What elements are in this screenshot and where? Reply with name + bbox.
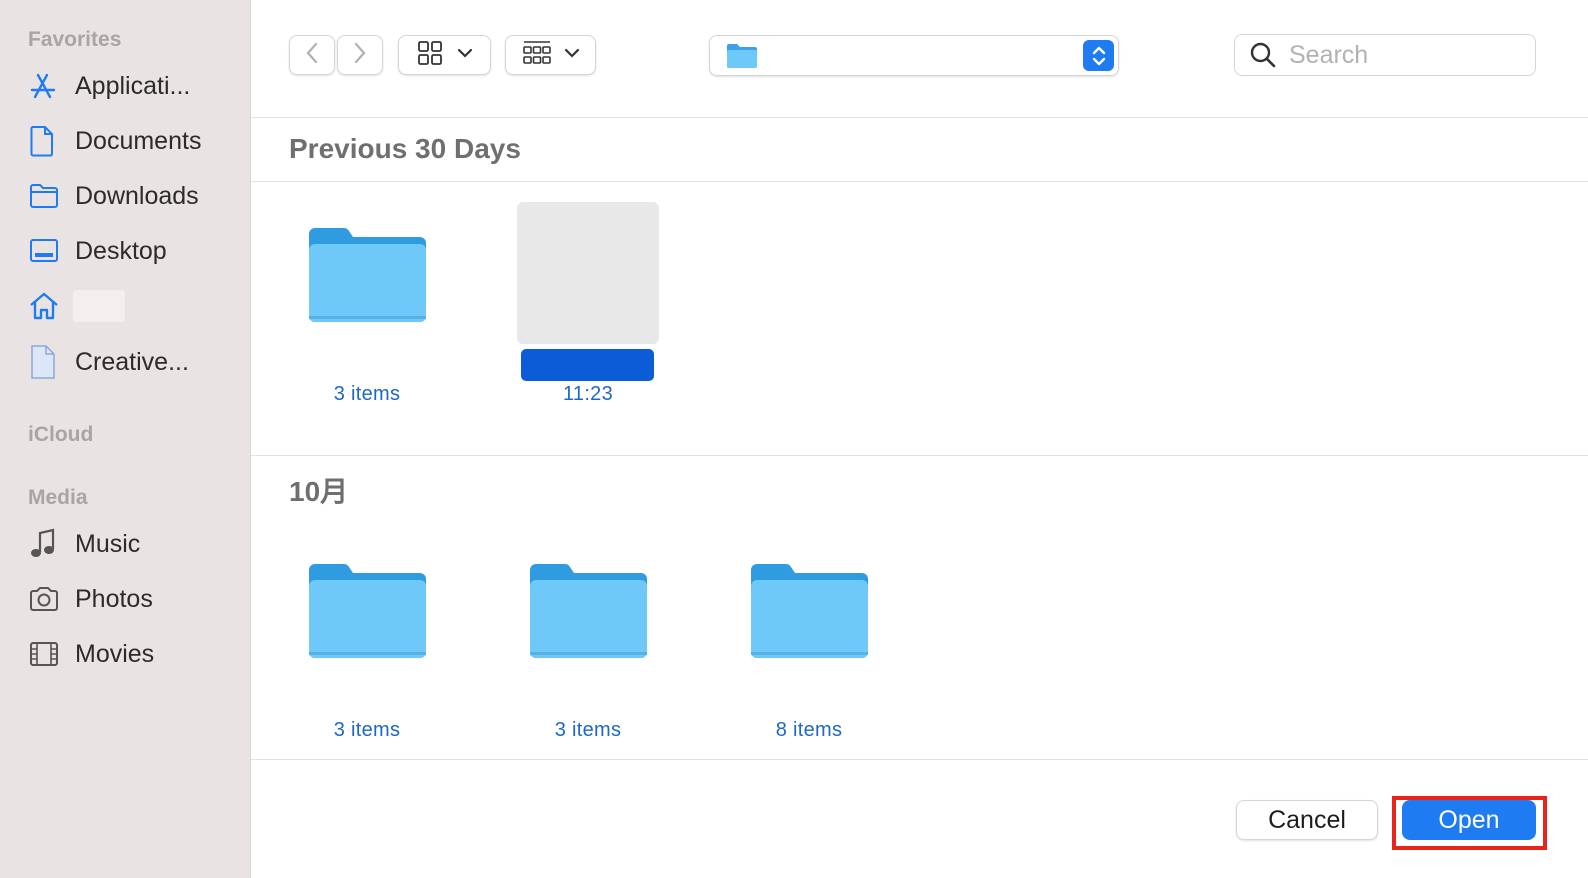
- camera-icon: [28, 582, 66, 616]
- music-note-icon: [28, 527, 66, 561]
- location-popup[interactable]: [709, 35, 1119, 76]
- home-icon: [28, 289, 66, 323]
- folder-icon: [28, 179, 66, 213]
- chevron-left-icon: [304, 41, 320, 70]
- selected-file-item[interactable]: 11:23: [509, 202, 659, 412]
- search-field[interactable]: [1234, 34, 1536, 76]
- document-icon: [28, 345, 66, 379]
- folder-icon: [308, 224, 428, 333]
- open-button[interactable]: Open: [1402, 800, 1536, 840]
- back-button[interactable]: [289, 35, 335, 75]
- chevron-down-icon: [457, 46, 473, 64]
- folder-item[interactable]: 3 items: [292, 220, 442, 410]
- sidebar-item-label: Desktop: [75, 236, 167, 265]
- divider: [251, 759, 1588, 760]
- up-down-arrows-icon: [1083, 40, 1114, 71]
- sidebar-item-label: Photos: [75, 584, 153, 613]
- item-count: 8 items: [775, 719, 843, 741]
- folder-icon: [750, 560, 870, 669]
- selected-file-name: [521, 349, 654, 381]
- folder-item[interactable]: 3 items: [513, 556, 663, 746]
- sidebar-item-music[interactable]: Music: [28, 522, 240, 566]
- sidebar-item-label: Creative...: [75, 347, 189, 376]
- icon-view-icon: [417, 40, 443, 71]
- sidebar-item-movies[interactable]: Movies: [28, 632, 240, 676]
- group-header-previous-30-days: Previous 30 Days: [289, 133, 521, 164]
- item-count: 3 items: [554, 719, 622, 741]
- sidebar-item-label: Downloads: [75, 181, 199, 210]
- group-header-october: 10月: [289, 476, 349, 507]
- sidebar-item-photos[interactable]: Photos: [28, 577, 240, 621]
- divider: [251, 181, 1588, 182]
- sidebar-item-label: Applicati...: [75, 71, 191, 100]
- sidebar-item-label: Movies: [75, 639, 155, 668]
- file-time: 11:23: [562, 383, 614, 405]
- open-file-dialog: Favorites Applicati... Documents Downloa…: [0, 0, 1588, 878]
- sidebar-item-desktop[interactable]: Desktop: [28, 229, 240, 273]
- divider: [251, 455, 1588, 456]
- folder-item[interactable]: 8 items: [734, 556, 884, 746]
- folder-icon: [726, 42, 758, 75]
- sidebar: Favorites Applicati... Documents Downloa…: [0, 0, 251, 878]
- sidebar-item-label: Documents: [75, 126, 202, 155]
- item-count: 3 items: [333, 383, 401, 405]
- home-folder-name: [73, 290, 125, 322]
- item-count: 3 items: [333, 719, 401, 741]
- folder-item[interactable]: 3 items: [292, 556, 442, 746]
- applications-icon: [28, 69, 66, 103]
- search-input[interactable]: [1289, 40, 1509, 70]
- sidebar-section-icloud: iCloud: [28, 423, 94, 446]
- desktop-icon: [28, 234, 66, 268]
- sidebar-item-creative[interactable]: Creative...: [28, 340, 240, 384]
- toolbar: [251, 0, 1588, 118]
- group-by-button[interactable]: [505, 35, 596, 75]
- film-icon: [28, 637, 66, 671]
- sidebar-item-label: Music: [75, 529, 141, 558]
- folder-icon: [529, 560, 649, 669]
- view-mode-button[interactable]: [398, 35, 491, 75]
- sidebar-item-downloads[interactable]: Downloads: [28, 174, 240, 218]
- chevron-right-icon: [352, 41, 368, 70]
- file-browser: Previous 30 Days 3 items 11:23 10月 3 ite…: [251, 0, 1588, 878]
- gallery-grid-icon: [522, 40, 552, 71]
- file-thumbnail: [517, 202, 659, 344]
- search-icon: [1249, 41, 1277, 69]
- document-icon: [28, 124, 66, 158]
- sidebar-item-documents[interactable]: Documents: [28, 119, 240, 163]
- forward-button[interactable]: [337, 35, 383, 75]
- sidebar-item-home[interactable]: [28, 284, 240, 328]
- folder-icon: [308, 560, 428, 669]
- chevron-down-icon: [564, 46, 580, 64]
- sidebar-section-media: Media: [28, 486, 88, 509]
- cancel-button[interactable]: Cancel: [1236, 800, 1378, 840]
- sidebar-item-applications[interactable]: Applicati...: [28, 64, 240, 108]
- sidebar-section-favorites: Favorites: [28, 28, 122, 51]
